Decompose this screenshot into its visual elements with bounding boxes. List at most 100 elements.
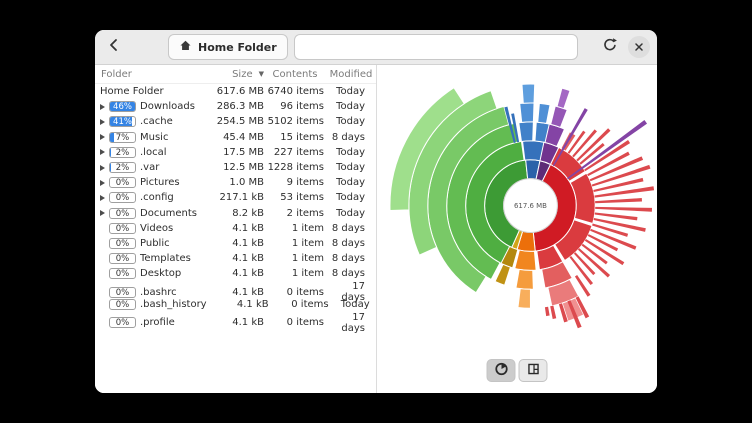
table-row[interactable]: 0% .bashrc 4.1 kB 0 items 17 days — [95, 281, 376, 296]
folder-name: Videos — [140, 223, 173, 234]
modified-value: Today — [326, 192, 376, 203]
refresh-button[interactable] — [598, 35, 622, 59]
chart-segment[interactable] — [551, 106, 568, 127]
contents-value: 96 items — [264, 101, 326, 112]
modified-value: 8 days — [326, 132, 376, 143]
percent-badge: 0% — [109, 223, 136, 234]
close-button[interactable] — [628, 36, 650, 58]
chart-segment[interactable] — [557, 88, 570, 108]
rings-view-button[interactable] — [487, 359, 516, 382]
chart-segment[interactable] — [520, 103, 534, 122]
modified-value: Today — [326, 116, 376, 127]
column-header-folder[interactable]: Folder — [95, 69, 202, 80]
table-row[interactable]: 0% .profile 4.1 kB 0 items 17 days — [95, 312, 376, 327]
percent-badge: 0% — [109, 192, 136, 203]
chart-segment[interactable] — [516, 269, 533, 289]
table-row[interactable]: 0% Templates 4.1 kB 1 item 8 days — [95, 251, 376, 266]
folder-name: Pictures — [140, 177, 180, 188]
contents-value: 227 items — [264, 147, 326, 158]
rings-chart: 617.6 MB — [377, 65, 657, 393]
size-value: 4.1 kB — [202, 268, 264, 279]
modified-value: Today — [326, 177, 376, 188]
modified-value: Today — [331, 299, 376, 310]
folder-name: Public — [140, 238, 170, 249]
percent-badge: 0% — [109, 287, 136, 298]
close-icon — [633, 38, 645, 57]
treemap-view-button[interactable] — [519, 359, 548, 382]
expander-icon[interactable] — [100, 104, 105, 110]
chart-spoke[interactable] — [550, 306, 556, 319]
view-switcher — [487, 359, 548, 382]
location-label: Home Folder — [198, 41, 277, 54]
size-value: 17.5 MB — [202, 147, 264, 158]
chart-spoke[interactable] — [588, 234, 618, 251]
modified-value: Today — [326, 101, 376, 112]
size-value: 8.2 kB — [202, 208, 264, 219]
size-value: 12.5 MB — [202, 162, 264, 173]
chart-segment[interactable] — [522, 84, 535, 103]
chart-segment[interactable] — [538, 103, 550, 123]
table-row[interactable]: Home Folder 617.6 MB 6740 items Today — [95, 84, 376, 99]
back-button[interactable] — [102, 35, 126, 59]
table-row[interactable]: 0% .bash_history 4.1 kB 0 items Today — [95, 297, 376, 312]
table-row[interactable]: 0% Desktop 4.1 kB 1 item 8 days — [95, 266, 376, 281]
size-value: 4.1 kB — [202, 223, 264, 234]
chart-segment[interactable] — [518, 289, 531, 309]
refresh-icon — [602, 37, 618, 57]
percent-badge: 46% — [109, 101, 136, 112]
table-row[interactable]: 0% Public 4.1 kB 1 item 8 days — [95, 236, 376, 251]
size-value: 617.6 MB — [202, 86, 264, 97]
contents-value: 6740 items — [264, 86, 326, 97]
modified-value: Today — [326, 162, 376, 173]
table-row[interactable]: 0% .config 217.1 kB 53 items Today — [95, 190, 376, 205]
expander-icon[interactable] — [100, 165, 105, 171]
table-row[interactable]: 0% Documents 8.2 kB 2 items Today — [95, 206, 376, 221]
header-bar: Home Folder — [95, 30, 657, 65]
table-row[interactable]: 0% Videos 4.1 kB 1 item 8 days — [95, 221, 376, 236]
contents-value: 1 item — [264, 238, 326, 249]
table-row[interactable]: 7% Music 45.4 MB 15 items 8 days — [95, 130, 376, 145]
chart-segment[interactable] — [515, 250, 536, 270]
size-value: 254.5 MB — [202, 116, 264, 127]
rings-chart-icon — [494, 361, 508, 380]
modified-value: Today — [326, 208, 376, 219]
expander-icon[interactable] — [100, 134, 105, 140]
folder-name: .var — [140, 162, 159, 173]
chart-spoke[interactable] — [545, 307, 550, 316]
chart-spoke[interactable] — [595, 207, 652, 212]
expander-icon[interactable] — [100, 210, 105, 216]
contents-value: 5102 items — [264, 116, 326, 127]
contents-value: 0 items — [264, 287, 326, 298]
chart-spoke[interactable] — [594, 218, 646, 232]
table-row[interactable]: 46% Downloads 286.3 MB 96 items Today — [95, 99, 376, 114]
percent-badge: 0% — [109, 317, 136, 328]
location-button[interactable]: Home Folder — [168, 34, 288, 60]
table-row[interactable]: 2% .var 12.5 MB 1228 items Today — [95, 160, 376, 175]
column-header-modified[interactable]: Modified — [326, 69, 376, 80]
file-table-body: Home Folder 617.6 MB 6740 items Today 46… — [95, 84, 376, 393]
expander-icon[interactable] — [100, 149, 105, 155]
expander-icon[interactable] — [100, 195, 105, 201]
folder-name: .bash_history — [140, 299, 207, 310]
modified-value: 17 days — [326, 312, 376, 334]
percent-badge: 7% — [109, 132, 136, 143]
expander-icon[interactable] — [100, 119, 105, 125]
chart-center-label: 617.6 MB — [514, 202, 547, 210]
column-header-contents[interactable]: Contents — [264, 69, 326, 80]
location-entry[interactable] — [294, 34, 578, 60]
expander-icon[interactable] — [100, 180, 105, 186]
modified-value: 8 days — [326, 253, 376, 264]
size-value: 4.1 kB — [202, 287, 264, 298]
home-icon — [179, 39, 192, 55]
table-row[interactable]: 41% .cache 254.5 MB 5102 items Today — [95, 114, 376, 129]
chart-spoke[interactable] — [595, 198, 642, 203]
contents-value: 0 items — [264, 317, 326, 328]
folder-table: Folder Size ▼ Contents Modified Home Fol… — [95, 65, 377, 393]
table-row[interactable]: 0% Pictures 1.0 MB 9 items Today — [95, 175, 376, 190]
folder-name: .local — [140, 147, 166, 158]
column-header-size[interactable]: Size ▼ — [202, 69, 264, 80]
size-value: 4.1 kB — [207, 299, 269, 310]
chart-spoke[interactable] — [595, 212, 638, 220]
table-row[interactable]: 2% .local 17.5 MB 227 items Today — [95, 145, 376, 160]
chart-segment[interactable] — [519, 122, 534, 142]
